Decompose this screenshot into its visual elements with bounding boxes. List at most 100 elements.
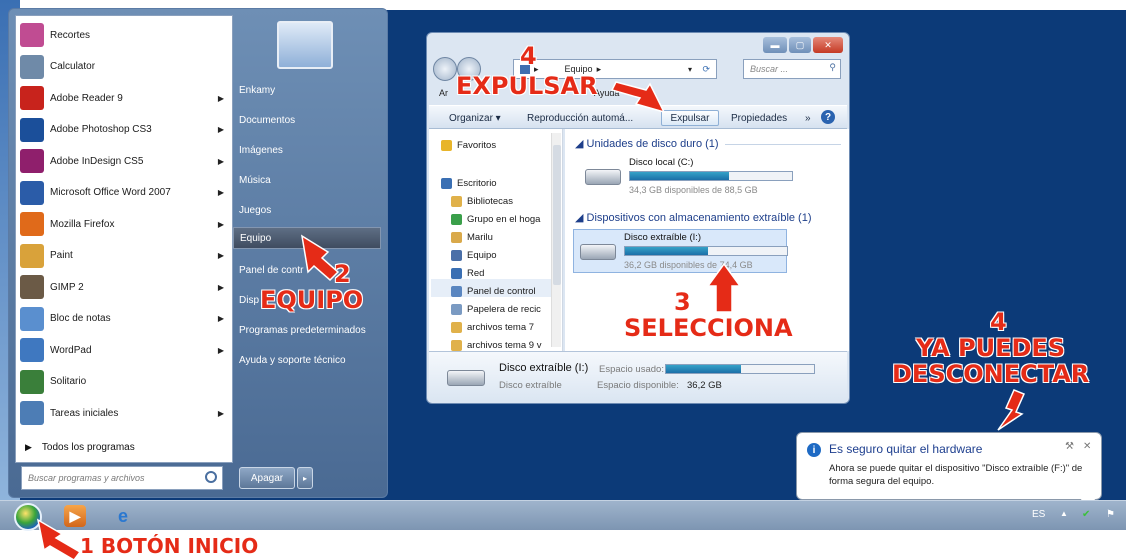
autoplay-button[interactable]: Reproducción automá... <box>523 110 637 126</box>
nav-item[interactable]: Bibliotecas <box>451 193 513 209</box>
star-icon <box>441 139 452 151</box>
nav-item[interactable]: archivos tema 7 <box>451 319 534 335</box>
folder-icon <box>451 321 462 333</box>
program-item[interactable]: GIMP 2 ▶ <box>16 272 232 302</box>
scissors-icon <box>20 23 44 47</box>
menu-archivo[interactable]: Ar <box>439 88 448 98</box>
annotation-step4b-line1: YA PUEDES <box>916 334 1066 362</box>
back-button[interactable] <box>433 57 457 81</box>
program-item[interactable]: Adobe Reader 9 ▶ <box>16 83 232 113</box>
explorer-search-input[interactable]: Buscar ... ⚲ <box>743 59 841 79</box>
program-item[interactable]: Tareas iniciales ▶ <box>16 398 232 428</box>
start-right-item[interactable]: Programas predeterminados <box>233 319 381 341</box>
program-item[interactable]: Adobe Photoshop CS3 ▶ <box>16 115 232 145</box>
nav-item[interactable]: Papelera de recic <box>451 301 541 317</box>
program-item[interactable]: Solitario <box>16 367 232 397</box>
annotation-step4b-number: 4 <box>990 308 1007 336</box>
nav-label: Favoritos <box>457 139 497 151</box>
annotation-step4b-line2: DESCONECTAR <box>892 360 1090 388</box>
group-removable[interactable]: ◢ Dispositivos con almacenamiento extraí… <box>575 211 812 224</box>
adobe-reader-icon <box>20 86 44 110</box>
user-folder-icon <box>451 231 462 243</box>
start-search-input[interactable]: Buscar programas y archivos <box>21 466 223 490</box>
program-item[interactable]: Recortes <box>16 20 232 50</box>
drive-local-c[interactable]: Disco local (C:) 34,3 GB disponibles de … <box>579 155 797 199</box>
start-right-item[interactable]: Documentos <box>233 109 381 131</box>
program-item[interactable]: Adobe InDesign CS5 ▶ <box>16 146 232 176</box>
annotation-step2-text: EQUIPO <box>260 286 364 314</box>
shutdown-options-button[interactable]: ▸ <box>297 467 313 489</box>
desktop-icon <box>441 177 452 189</box>
start-right-item[interactable]: Equipo <box>233 227 381 249</box>
user-avatar[interactable] <box>277 21 333 69</box>
program-label: Tareas iniciales <box>50 407 119 419</box>
nav-label: Panel de control <box>467 285 536 297</box>
nav-item[interactable]: Panel de control <box>451 283 536 299</box>
nav-item[interactable]: Red <box>451 265 484 281</box>
nav-scrollbar[interactable] <box>551 133 561 347</box>
maximize-button[interactable]: ▢ <box>789 37 811 53</box>
nav-item[interactable]: Marilu <box>451 229 493 245</box>
nav-label: Bibliotecas <box>467 195 513 207</box>
folder-icon <box>451 339 462 351</box>
show-hidden-icons-icon[interactable]: ▲ <box>1060 509 1068 518</box>
program-item[interactable]: Mozilla Firefox ▶ <box>16 209 232 239</box>
all-programs-item[interactable]: ▶ Todos los programas <box>15 435 231 459</box>
group-hard-disks[interactable]: ◢ Unidades de disco duro (1) <box>575 137 719 150</box>
nav-item[interactable]: Favoritos <box>441 137 496 153</box>
minimize-button[interactable]: ▬ <box>763 37 787 53</box>
start-right-item[interactable]: Juegos <box>233 199 381 221</box>
group-hard-disks-label: Unidades de disco duro (1) <box>586 138 719 150</box>
drive-usage-bar <box>629 171 793 181</box>
close-button[interactable]: ✕ <box>813 37 843 53</box>
annotation-step3-number: 3 <box>674 288 691 316</box>
nav-item[interactable]: Equipo <box>451 247 497 263</box>
start-right-item[interactable]: Música <box>233 169 381 191</box>
annotation-step3-text: SELECCIONA <box>624 314 793 342</box>
start-right-item[interactable]: Ayuda y soporte técnico <box>233 349 381 371</box>
action-center-flag-icon[interactable]: ⚑ <box>1106 509 1115 520</box>
help-icon[interactable]: ? <box>821 110 835 124</box>
program-label: Bloc de notas <box>50 313 111 324</box>
photoshop-icon <box>20 117 44 142</box>
submenu-arrow-icon: ▶ <box>217 345 224 355</box>
nav-scrollbar-thumb[interactable] <box>553 145 561 285</box>
command-bar: Organizar ▾ Reproducción automá... Expul… <box>429 105 847 129</box>
internet-explorer-icon[interactable]: e <box>112 505 134 527</box>
language-indicator[interactable]: ES <box>1032 509 1045 520</box>
notification-balloon[interactable]: i Es seguro quitar el hardware Ahora se … <box>796 432 1102 500</box>
program-label: Calculator <box>50 61 96 72</box>
more-commands-button[interactable]: » <box>801 110 815 126</box>
safely-remove-hardware-icon[interactable]: ✔ <box>1082 509 1090 520</box>
removable-drive-icon <box>580 244 616 260</box>
program-item[interactable]: Microsoft Office Word 2007 ▶ <box>16 178 232 208</box>
start-right-item[interactable]: Imágenes <box>233 139 381 161</box>
program-label: Adobe InDesign CS5 <box>50 155 144 167</box>
shutdown-button[interactable]: Apagar <box>239 467 295 489</box>
nav-label: Red <box>467 267 485 279</box>
program-item[interactable]: Bloc de notas ▶ <box>16 304 232 334</box>
drive-removable-i[interactable]: Disco extraíble (I:) 36,2 GB disponibles… <box>573 229 788 273</box>
organize-button[interactable]: Organizar ▾ <box>445 110 505 126</box>
nav-item[interactable]: Escritorio <box>441 175 497 191</box>
media-player-icon[interactable]: ▶ <box>64 505 86 527</box>
nav-item[interactable]: Grupo en el hoga <box>451 211 540 227</box>
refresh-icon[interactable]: ⟳ <box>702 64 710 75</box>
start-right-item[interactable]: Enkamy <box>233 79 381 101</box>
program-item[interactable]: Paint ▶ <box>16 241 232 271</box>
submenu-arrow-icon: ▶ <box>217 188 224 197</box>
address-dropdown-icon[interactable]: ▾ <box>688 65 692 74</box>
program-item[interactable]: Calculator <box>16 52 232 82</box>
details-free-value: 36,2 GB <box>687 380 722 391</box>
eject-button[interactable]: Expulsar <box>661 110 719 126</box>
close-icon[interactable]: ✕ <box>1083 441 1091 452</box>
start-right-item[interactable]: Panel de contr <box>233 259 381 281</box>
properties-button[interactable]: Propiedades <box>727 110 791 126</box>
start-button[interactable] <box>14 503 42 531</box>
program-item[interactable]: WordPad ▶ <box>16 335 232 365</box>
wrench-icon[interactable]: ⚒ <box>1065 441 1074 452</box>
submenu-arrow-icon: ▶ <box>217 251 224 260</box>
wordpad-icon <box>20 338 44 362</box>
hard-drive-icon <box>585 169 621 185</box>
nav-label: Escritorio <box>457 177 497 189</box>
